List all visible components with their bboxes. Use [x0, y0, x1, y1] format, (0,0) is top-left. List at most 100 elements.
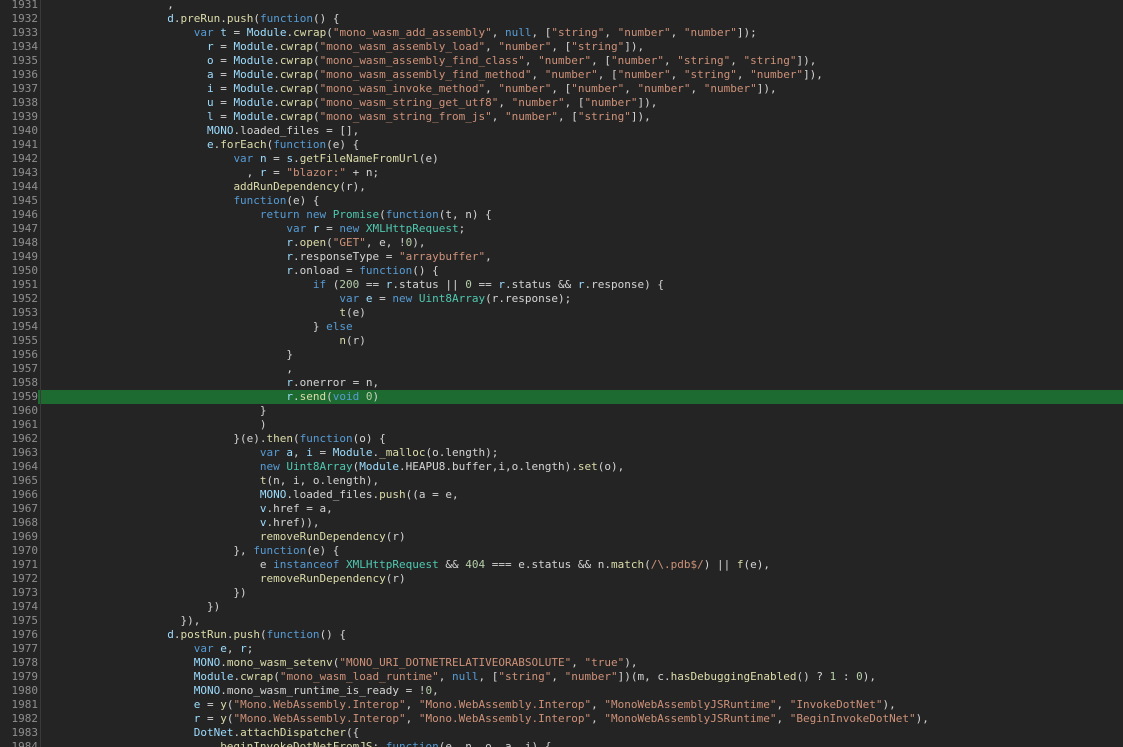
code-line[interactable]: 1962 }(e).then(function(o) {: [0, 432, 1123, 446]
code-line[interactable]: 1982 r = y("Mono.WebAssembly.Interop", "…: [0, 712, 1123, 726]
code-line[interactable]: 1970 }, function(e) {: [0, 544, 1123, 558]
code-editor[interactable]: 1931 , 1932 d.preRun.push(function() {193…: [0, 0, 1123, 747]
code-line[interactable]: 1934 r = Module.cwrap("mono_wasm_assembl…: [0, 40, 1123, 54]
code-line[interactable]: 1945 function(e) {: [0, 194, 1123, 208]
code-token: "mono_wasm_string_get_utf8": [319, 96, 499, 109]
code-line[interactable]: 1958 r.onerror = n,: [0, 376, 1123, 390]
code-line[interactable]: 1944 addRunDependency(r),: [0, 180, 1123, 194]
code-token: .: [273, 54, 280, 67]
code-line[interactable]: 1949 r.responseType = "arraybuffer",: [0, 250, 1123, 264]
code-text: d.postRun.push(function() {: [48, 628, 346, 642]
line-number: 1955: [0, 334, 38, 348]
code-line[interactable]: 1981 e = y("Mono.WebAssembly.Interop", "…: [0, 698, 1123, 712]
code-token: .onerror = n,: [293, 376, 380, 389]
code-token: .status &&: [505, 278, 578, 291]
line-number: 1971: [0, 558, 38, 572]
code-line[interactable]: 1954 } else: [0, 320, 1123, 334]
code-line[interactable]: 1973 }): [0, 586, 1123, 600]
line-number: 1935: [0, 54, 38, 68]
code-text: var r = new XMLHttpRequest;: [48, 222, 465, 236]
code-line[interactable]: 1938 u = Module.cwrap("mono_wasm_string_…: [0, 96, 1123, 110]
code-line[interactable]: 1963 var a, i = Module._malloc(o.length)…: [0, 446, 1123, 460]
code-line[interactable]: 1961 ): [0, 418, 1123, 432]
code-line[interactable]: 1957 ,: [0, 362, 1123, 376]
code-token: ,: [551, 670, 565, 683]
code-line[interactable]: 1972 removeRunDependency(r): [0, 572, 1123, 586]
code-line[interactable]: 1984 beginInvokeDotNetFromJS: function(e…: [0, 740, 1123, 747]
code-token: (e),: [743, 558, 770, 571]
code-token: mono_wasm_setenv: [226, 656, 333, 669]
code-line[interactable]: 1939 l = Module.cwrap("mono_wasm_string_…: [0, 110, 1123, 124]
code-token: "string": [577, 110, 631, 123]
code-line[interactable]: 1941 e.forEach(function(e) {: [0, 138, 1123, 152]
code-line[interactable]: 1940 MONO.loaded_files = [],: [0, 124, 1123, 138]
code-line[interactable]: 1955 n(r): [0, 334, 1123, 348]
code-line[interactable]: 1966 MONO.loaded_files.push((a = e,: [0, 488, 1123, 502]
gutter-divider: [40, 348, 41, 362]
code-line[interactable]: 1937 i = Module.cwrap("mono_wasm_invoke_…: [0, 82, 1123, 96]
code-token: cwrap: [279, 82, 313, 95]
code-line[interactable]: 1936 a = Module.cwrap("mono_wasm_assembl…: [0, 68, 1123, 82]
code-token: null: [452, 670, 479, 683]
code-line[interactable]: 1952 var e = new Uint8Array(r.response);: [0, 292, 1123, 306]
gutter-divider: [40, 320, 41, 334]
gutter-divider: [40, 404, 41, 418]
code-line[interactable]: 1968 v.href)),: [0, 516, 1123, 530]
code-token: 200: [339, 278, 360, 291]
code-line[interactable]: 1948 r.open("GET", e, !0),: [0, 236, 1123, 250]
line-number: 1979: [0, 670, 38, 684]
code-text: e.forEach(function(e) {: [48, 138, 359, 152]
code-line[interactable]: 1935 o = Module.cwrap("mono_wasm_assembl…: [0, 54, 1123, 68]
code-line[interactable]: 1974 }): [0, 600, 1123, 614]
highlighted-code-line[interactable]: 1959 r.send(void 0): [0, 390, 1123, 404]
line-number: 1960: [0, 404, 38, 418]
line-number: 1949: [0, 250, 38, 264]
code-line[interactable]: 1933 var t = Module.cwrap("mono_wasm_add…: [0, 26, 1123, 40]
code-line[interactable]: 1953 t(e): [0, 306, 1123, 320]
code-token: =: [213, 68, 234, 81]
code-line[interactable]: 1960 }: [0, 404, 1123, 418]
gutter-divider: [40, 670, 41, 684]
code-line[interactable]: 1978 MONO.mono_wasm_setenv("MONO_URI_DOT…: [0, 656, 1123, 670]
code-token: y: [220, 698, 227, 711]
code-line[interactable]: 1976 d.postRun.push(function() {: [0, 628, 1123, 642]
code-token: match: [610, 558, 645, 571]
code-line[interactable]: 1980 MONO.mono_wasm_runtime_is_ready = !…: [0, 684, 1123, 698]
code-line[interactable]: 1947 var r = new XMLHttpRequest;: [0, 222, 1123, 236]
code-line[interactable]: 1969 removeRunDependency(r): [0, 530, 1123, 544]
code-line[interactable]: 1950 r.onload = function() {: [0, 264, 1123, 278]
code-line[interactable]: 1965 t(n, i, o.length),: [0, 474, 1123, 488]
code-line[interactable]: 1964 new Uint8Array(Module.HEAPU8.buffer…: [0, 460, 1123, 474]
code-text: r.responseType = "arraybuffer",: [48, 250, 491, 264]
code-line[interactable]: 1979 Module.cwrap("mono_wasm_load_runtim…: [0, 670, 1123, 684]
code-token: .href)),: [266, 516, 320, 529]
code-token: set: [577, 460, 598, 473]
code-line[interactable]: 1942 var n = s.getFileNameFromUrl(e): [0, 152, 1123, 166]
code-token: (: [312, 82, 320, 95]
code-token: o: [206, 54, 214, 67]
code-token: attachDispatcher: [240, 726, 347, 739]
code-line[interactable]: 1932 d.preRun.push(function() {: [0, 12, 1123, 26]
code-line[interactable]: 1977 var e, r;: [0, 642, 1123, 656]
gutter-divider: [40, 166, 41, 180]
code-line[interactable]: 1967 v.href = a,: [0, 502, 1123, 516]
code-line[interactable]: 1931 ,: [0, 0, 1123, 12]
code-line[interactable]: 1951 if (200 == r.status || 0 == r.statu…: [0, 278, 1123, 292]
code-line[interactable]: 1983 DotNet.attachDispatcher({: [0, 726, 1123, 740]
code-line[interactable]: 1956 }: [0, 348, 1123, 362]
code-token: () {: [312, 12, 340, 25]
code-line[interactable]: 1946 return new Promise(function(t, n) {: [0, 208, 1123, 222]
code-line[interactable]: 1975 }),: [0, 614, 1123, 628]
code-line[interactable]: 1971 e instanceof XMLHttpRequest && 404 …: [0, 558, 1123, 572]
code-token: }),: [48, 614, 201, 627]
code-token: n: [259, 152, 267, 165]
code-line[interactable]: 1943 , r = "blazor:" + n;: [0, 166, 1123, 180]
code-token: =: [312, 446, 333, 459]
